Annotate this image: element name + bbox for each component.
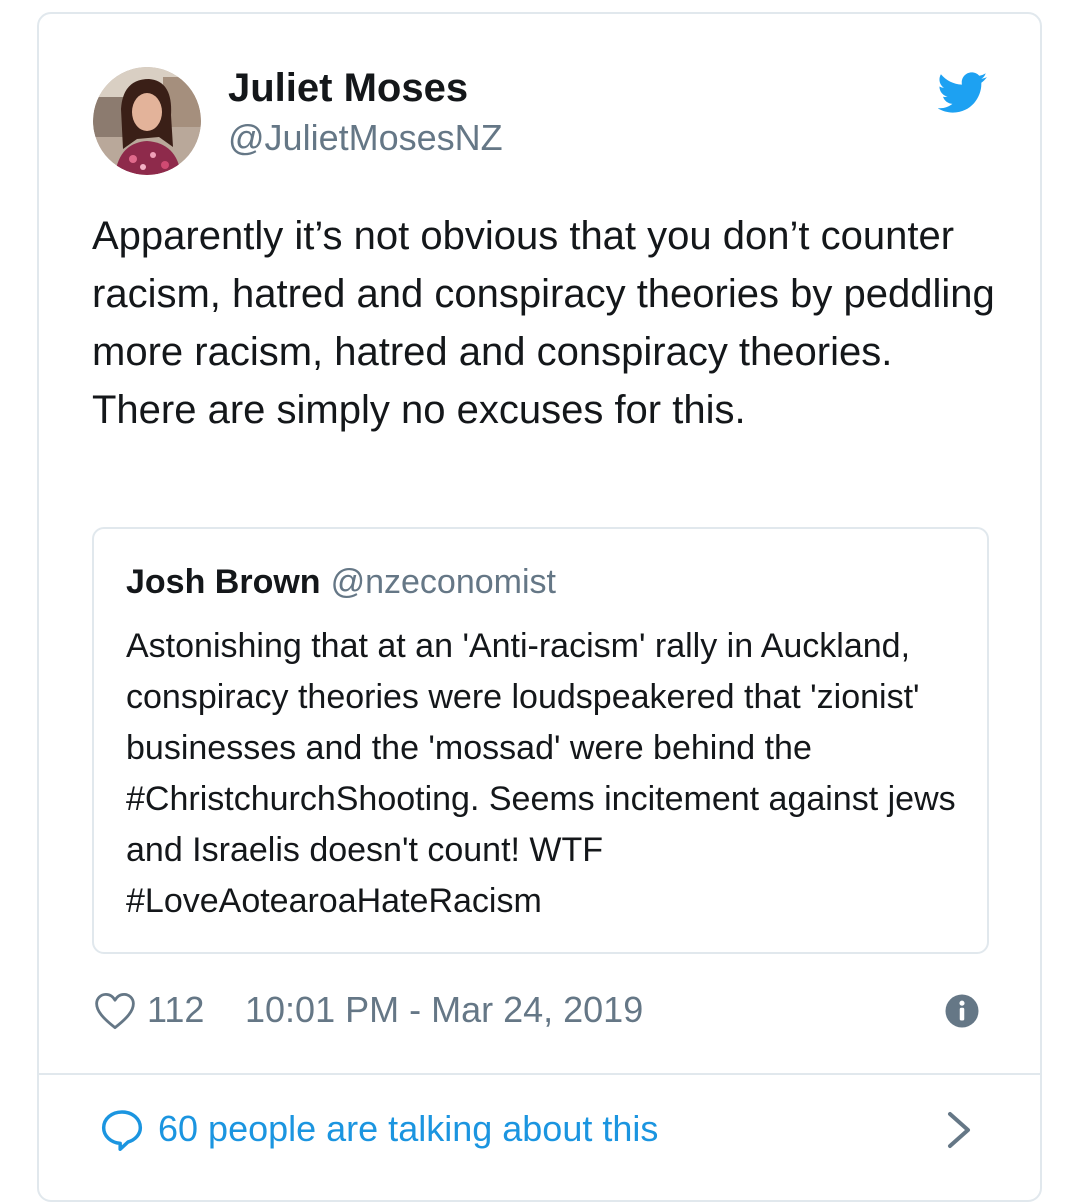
heart-icon[interactable]	[94, 991, 136, 1031]
chevron-right-icon[interactable]	[946, 1110, 972, 1150]
conversation-count-text[interactable]: 60 people are talking about this	[158, 1108, 658, 1150]
author-name[interactable]: Juliet Moses	[228, 66, 468, 111]
tweet-timestamp[interactable]: 10:01 PM - Mar 24, 2019	[245, 989, 643, 1031]
twitter-bird-icon[interactable]	[937, 72, 988, 114]
quoted-tweet-text: Astonishing that at an 'Anti-racism' ral…	[126, 627, 956, 920]
tweet-footer: 112 10:01 PM - Mar 24, 2019	[94, 985, 994, 1041]
like-count: 112	[147, 989, 205, 1030]
footer-divider	[39, 1073, 1040, 1075]
conversation-link[interactable]: 60 people are talking about this	[100, 1100, 980, 1160]
author-handle[interactable]: @JulietMosesNZ	[228, 117, 503, 159]
speech-bubble-icon	[100, 1108, 144, 1152]
info-icon[interactable]	[944, 993, 980, 1029]
quoted-author-name: Josh Brown	[126, 563, 321, 601]
quoted-author-handle: @nzeconomist	[330, 563, 556, 601]
quoted-tweet[interactable]: Josh Brown @nzeconomist Astonishing that …	[92, 527, 989, 954]
quoted-author: Josh Brown @nzeconomist	[126, 563, 556, 602]
tweet-text: Apparently it’s not obvious that you don…	[92, 214, 995, 432]
author-avatar[interactable]	[93, 67, 201, 175]
